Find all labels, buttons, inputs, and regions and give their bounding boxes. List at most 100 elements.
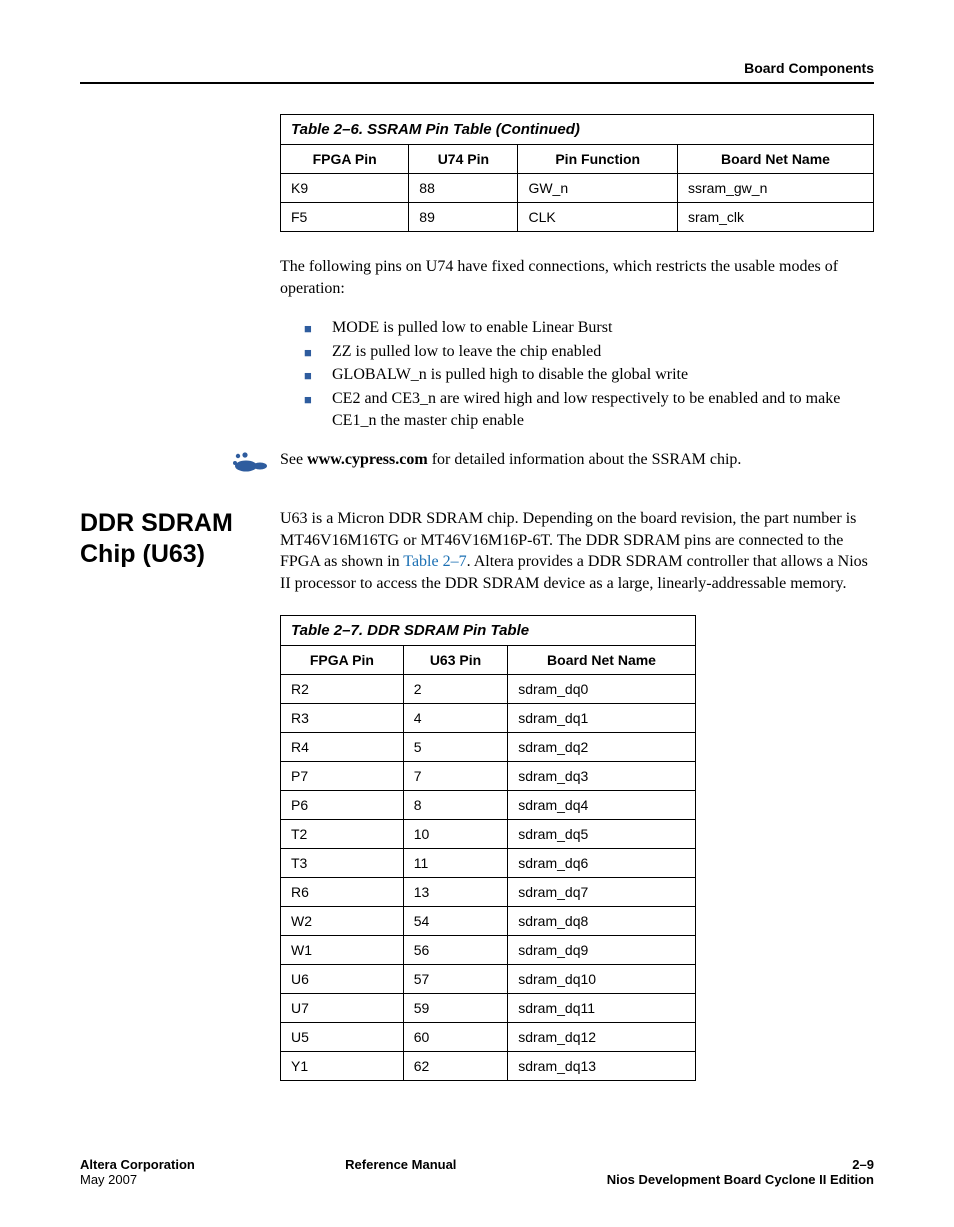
table27-header-row: FPGA Pin U63 Pin Board Net Name <box>281 645 696 674</box>
page-header: Board Components <box>80 60 874 84</box>
list-item: GLOBALW_n is pulled high to disable the … <box>304 364 874 386</box>
cell: sdram_dq3 <box>508 761 696 790</box>
table26-col3: Board Net Name <box>678 145 874 174</box>
table27-reference-link[interactable]: Table 2–7 <box>403 553 466 570</box>
table-row: P77sdram_dq3 <box>281 761 696 790</box>
breadcrumb: Board Components <box>80 60 874 76</box>
cell: 57 <box>403 964 507 993</box>
cell: 7 <box>403 761 507 790</box>
cell: sdram_dq1 <box>508 703 696 732</box>
table26-col2: Pin Function <box>518 145 678 174</box>
reference-link-row: See www.cypress.com for detailed informa… <box>230 449 874 480</box>
table-row: T311sdram_dq6 <box>281 848 696 877</box>
cell: 60 <box>403 1022 507 1051</box>
ddr-sdram-pin-table: Table 2–7. DDR SDRAM Pin Table FPGA Pin … <box>280 615 696 1081</box>
cell: T2 <box>281 819 404 848</box>
list-item: ZZ is pulled low to leave the chip enabl… <box>304 341 874 363</box>
cell: sdram_dq11 <box>508 993 696 1022</box>
cell: sdram_dq6 <box>508 848 696 877</box>
cell: 59 <box>403 993 507 1022</box>
link-suffix: for detailed information about the SSRAM… <box>428 451 742 468</box>
page-footer: Altera Corporation May 2007 Reference Ma… <box>80 1157 874 1187</box>
cell: sdram_dq5 <box>508 819 696 848</box>
ddr-sdram-body: U63 is a Micron DDR SDRAM chip. Dependin… <box>280 508 874 594</box>
cell: sdram_dq7 <box>508 877 696 906</box>
cell: P6 <box>281 790 404 819</box>
cell: 54 <box>403 906 507 935</box>
footer-company: Altera Corporation <box>80 1157 195 1172</box>
cell: R4 <box>281 732 404 761</box>
cell: T3 <box>281 848 404 877</box>
table26-header-row: FPGA Pin U74 Pin Pin Function Board Net … <box>281 145 874 174</box>
table-row: U759sdram_dq11 <box>281 993 696 1022</box>
cell: U6 <box>281 964 404 993</box>
intro-paragraph: The following pins on U74 have fixed con… <box>280 256 874 299</box>
cell: R2 <box>281 674 404 703</box>
cell: CLK <box>518 203 678 232</box>
cell: sdram_dq2 <box>508 732 696 761</box>
table27-title: Table 2–7. DDR SDRAM Pin Table <box>281 615 696 645</box>
footer-doc-title: Nios Development Board Cyclone II Editio… <box>607 1172 874 1187</box>
list-item: CE2 and CE3_n are wired high and low res… <box>304 388 874 431</box>
table26-col0: FPGA Pin <box>281 145 409 174</box>
hand-pointer-icon <box>230 451 270 480</box>
table-row: F5 89 CLK sram_clk <box>281 203 874 232</box>
cell: sram_clk <box>678 203 874 232</box>
cell: 88 <box>409 174 518 203</box>
cell: P7 <box>281 761 404 790</box>
cell: F5 <box>281 203 409 232</box>
cell: W1 <box>281 935 404 964</box>
table-row: K9 88 GW_n ssram_gw_n <box>281 174 874 203</box>
cell: 2 <box>403 674 507 703</box>
table27-col0: FPGA Pin <box>281 645 404 674</box>
cell: sdram_dq12 <box>508 1022 696 1051</box>
footer-date: May 2007 <box>80 1172 195 1187</box>
cell: 4 <box>403 703 507 732</box>
cell: Y1 <box>281 1051 404 1080</box>
cell: ssram_gw_n <box>678 174 874 203</box>
table-row: R45sdram_dq2 <box>281 732 696 761</box>
footer-right: 2–9 Nios Development Board Cyclone II Ed… <box>607 1157 874 1187</box>
cell: sdram_dq8 <box>508 906 696 935</box>
cypress-link[interactable]: www.cypress.com <box>307 451 428 468</box>
cell: R6 <box>281 877 404 906</box>
table-row: R22sdram_dq0 <box>281 674 696 703</box>
table26-title: Table 2–6. SSRAM Pin Table (Continued) <box>281 115 874 145</box>
cell: W2 <box>281 906 404 935</box>
table-row: U560sdram_dq12 <box>281 1022 696 1051</box>
cell: R3 <box>281 703 404 732</box>
cell: K9 <box>281 174 409 203</box>
cell: GW_n <box>518 174 678 203</box>
cell: U7 <box>281 993 404 1022</box>
cell: sdram_dq13 <box>508 1051 696 1080</box>
cell: 62 <box>403 1051 507 1080</box>
table-row: U657sdram_dq10 <box>281 964 696 993</box>
list-item: MODE is pulled low to enable Linear Burs… <box>304 317 874 339</box>
ssram-pin-table: Table 2–6. SSRAM Pin Table (Continued) F… <box>280 114 874 232</box>
footer-left: Altera Corporation May 2007 <box>80 1157 195 1187</box>
table-row: R613sdram_dq7 <box>281 877 696 906</box>
cell: sdram_dq10 <box>508 964 696 993</box>
cell: 11 <box>403 848 507 877</box>
table26-col1: U74 Pin <box>409 145 518 174</box>
link-prefix: See <box>280 451 307 468</box>
main-content: Table 2–6. SSRAM Pin Table (Continued) F… <box>280 114 874 1081</box>
table-row: W254sdram_dq8 <box>281 906 696 935</box>
table-row: W156sdram_dq9 <box>281 935 696 964</box>
cell: 5 <box>403 732 507 761</box>
cell: 89 <box>409 203 518 232</box>
fixed-connections-list: MODE is pulled low to enable Linear Burs… <box>280 317 874 431</box>
page-number: 2–9 <box>607 1157 874 1172</box>
section-heading-ddr-sdram: DDR SDRAM Chip (U63) <box>80 508 260 571</box>
table-row: T210sdram_dq5 <box>281 819 696 848</box>
cell: 56 <box>403 935 507 964</box>
table27-col2: Board Net Name <box>508 645 696 674</box>
cell: 8 <box>403 790 507 819</box>
cell: sdram_dq0 <box>508 674 696 703</box>
table-row: R34sdram_dq1 <box>281 703 696 732</box>
table-row: Y162sdram_dq13 <box>281 1051 696 1080</box>
cell: 10 <box>403 819 507 848</box>
cell: sdram_dq4 <box>508 790 696 819</box>
reference-link-text: See www.cypress.com for detailed informa… <box>280 449 741 471</box>
table-row: P68sdram_dq4 <box>281 790 696 819</box>
